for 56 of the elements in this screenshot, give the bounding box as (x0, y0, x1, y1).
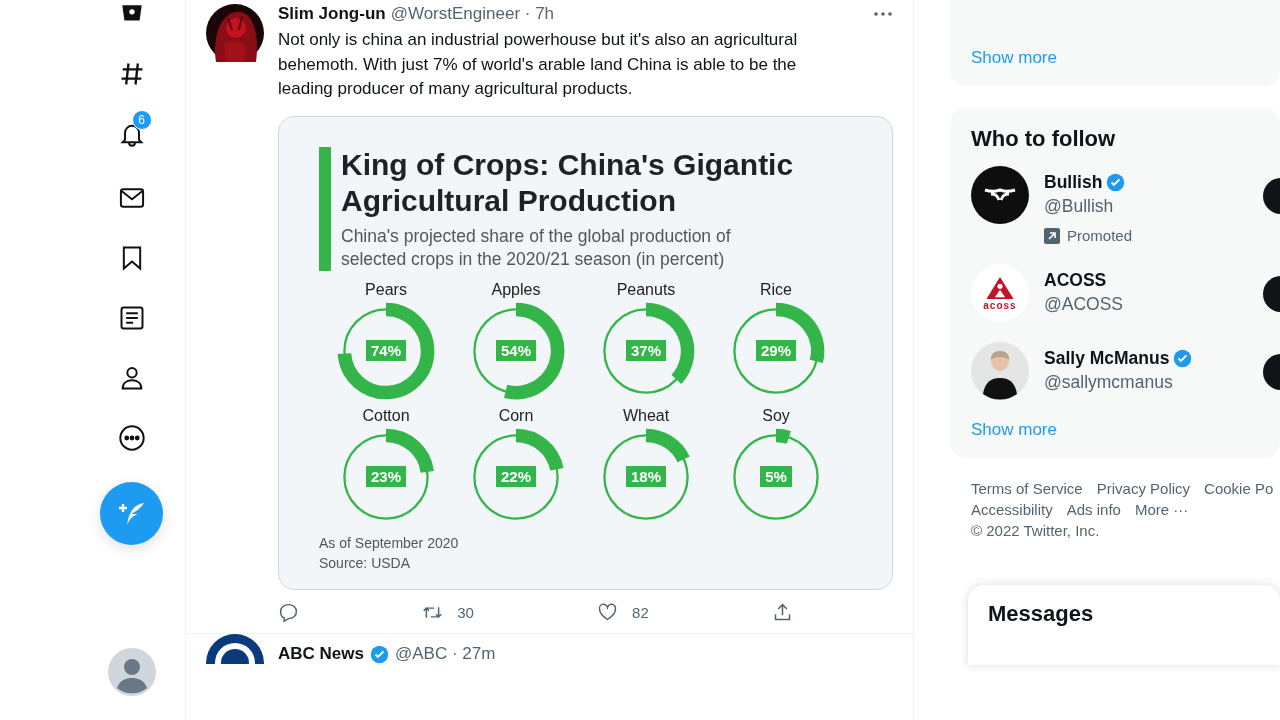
author-name[interactable]: ABC News (278, 643, 364, 664)
retweet-count: 30 (457, 603, 474, 621)
copyright-text: © 2022 Twitter, Inc. (971, 522, 1101, 539)
account-handle[interactable]: @sallymcmanus (1044, 372, 1193, 393)
section-title: Who to follow (971, 126, 1117, 152)
percent-label: 37% (626, 340, 666, 361)
more-icon[interactable] (117, 424, 146, 452)
infographic-title: King of Crops: China's Gigantic Agricultural Production (341, 146, 795, 219)
crop-label: Peanuts (616, 280, 676, 299)
more-icon[interactable] (873, 11, 893, 17)
percent-label: 29% (756, 340, 796, 361)
author-handle[interactable]: @WorstEngineer · 7h (390, 4, 555, 24)
account-handle[interactable]: @Bullish (1044, 196, 1133, 217)
logo-avatar[interactable] (971, 166, 1029, 224)
footer-link[interactable]: Ads info (1066, 501, 1121, 518)
footer-link[interactable]: Privacy Policy (1096, 480, 1191, 497)
account-name[interactable]: ACOSS (1044, 270, 1107, 291)
percent-label: 22% (496, 466, 536, 487)
percent-label: 74% (366, 340, 406, 361)
percent-label: 54% (496, 340, 536, 361)
author-name[interactable]: Slim Jong-un (278, 4, 386, 24)
percent-label: 23% (366, 466, 406, 487)
crop-label: Soy (762, 406, 790, 425)
infographic-subtitle: China's projected share of the global production of selected crops in the 2020/21 season (in percent) (341, 224, 732, 271)
crop-label: Wheat (622, 406, 670, 425)
author-handle[interactable]: @ABC · 27m (394, 643, 496, 664)
tweet-text: Not only is china an industrial powerhouse but it's also an agricultural behemoth. With just 7% of world's arable land China is able to be the leading producer of many agricultural products. (278, 29, 799, 100)
note-text: As of September 2020 (319, 533, 460, 553)
footer-link[interactable]: Cookie Po (1204, 480, 1274, 497)
like-count: 82 (632, 603, 649, 621)
reply-icon[interactable] (278, 601, 299, 623)
source-text: Source: USDA (319, 553, 412, 573)
percent-label: 18% (626, 466, 666, 487)
notification-badge: 6 (131, 110, 152, 130)
crop-label: Corn (498, 406, 534, 425)
percent-label: 5% (760, 466, 792, 487)
account-name[interactable]: Sally McManus (1044, 348, 1170, 369)
promoted-label: Promoted (1067, 227, 1133, 244)
verified-icon (369, 644, 389, 664)
footer-link[interactable]: Terms of Service (971, 480, 1083, 497)
messages-drawer[interactable]: Messages (968, 585, 1280, 665)
share-icon[interactable] (772, 601, 793, 623)
logo-avatar[interactable]: acoss (971, 264, 1029, 322)
crop-label: Pears (365, 280, 407, 299)
infographic[interactable] (278, 115, 893, 590)
footer-link[interactable]: Accessibility (971, 501, 1053, 518)
user-avatar[interactable] (107, 648, 156, 696)
messages-title: Messages (988, 601, 1094, 626)
crop-label: Rice (760, 280, 792, 299)
crop-label: Apples (491, 280, 541, 299)
heart-icon[interactable] (597, 601, 619, 623)
footer-link[interactable]: More ··· (1134, 501, 1189, 518)
account-handle[interactable]: @ACOSS (1044, 294, 1124, 315)
promoted-icon (1044, 227, 1060, 244)
crop-label: Cotton (362, 406, 410, 425)
account-name[interactable]: Bullish (1044, 172, 1103, 193)
